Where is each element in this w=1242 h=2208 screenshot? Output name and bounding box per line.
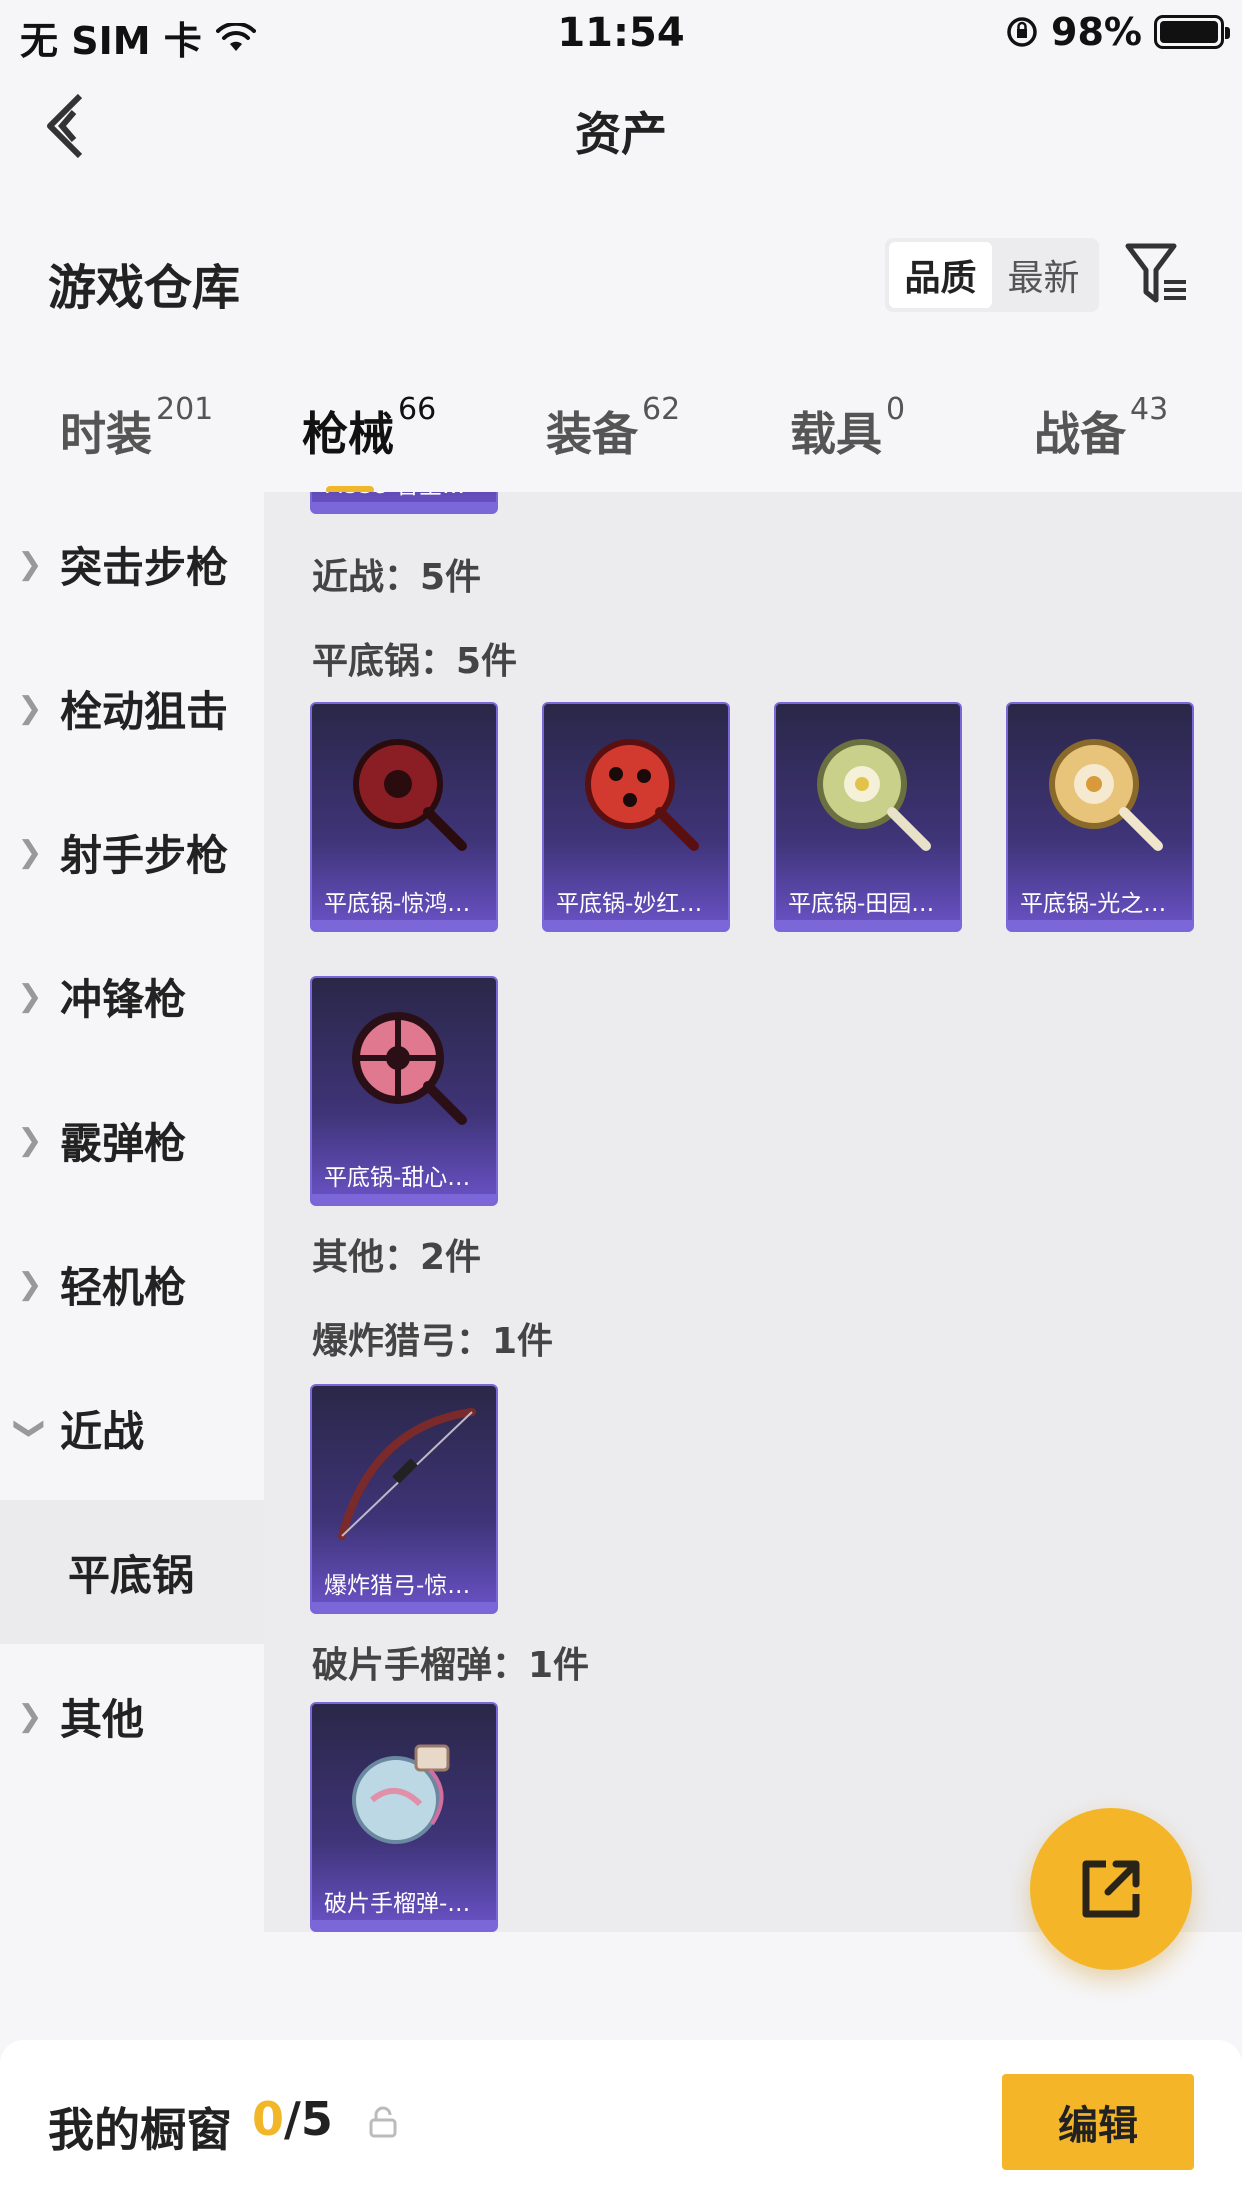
edit-button[interactable]: 编辑 [1002, 2074, 1194, 2170]
tab-count: 201 [156, 392, 214, 427]
warehouse-title: 游戏仓库 [48, 260, 241, 316]
tab-count: 62 [642, 392, 681, 427]
item-grid-area: M338-音呈… 近战：5件 平底锅：5件 平底锅-惊鸿… 平底锅-妙红… [264, 492, 1242, 1932]
section-other-label: 其他：2件 [312, 1237, 482, 1278]
share-icon [1082, 1860, 1140, 1918]
chevron-right-icon: ❯ [17, 978, 43, 1014]
chevron-right-icon: ❯ [17, 1266, 43, 1302]
chevron-right-icon: ❯ [17, 834, 43, 870]
pan-icon [585, 739, 699, 851]
sidebar-item-label: 栓动狙击 [60, 686, 229, 736]
item-card[interactable]: 平底锅-光之… [1006, 702, 1194, 932]
battery-icon [1154, 15, 1230, 49]
showcase-total: /5 [284, 2092, 333, 2146]
section-grenade-label: 破片手榴弹：1件 [312, 1645, 590, 1686]
tab-label: 时装 [60, 407, 152, 461]
item-name: 平底锅-光之… [1020, 891, 1167, 917]
pan-icon [352, 1012, 467, 1125]
showcase-current: 0 [252, 2092, 285, 2146]
tab-vehicles[interactable]: 载具 0 [790, 392, 905, 464]
pan-icon [817, 739, 931, 851]
tab-equipment[interactable]: 装备 62 [546, 392, 680, 464]
sidebar-item-label: 冲锋枪 [60, 974, 187, 1024]
orientation-lock-icon [1007, 17, 1037, 47]
sidebar-item-bolt-sniper[interactable]: ❯ 栓动狙击 [0, 636, 264, 780]
sidebar-item-marksman-rifle[interactable]: ❯ 射手步枪 [0, 780, 264, 924]
assets-page: 无 SIM 卡 11:54 98% 资产 游戏仓库 品质 最新 时装 201 枪… [0, 0, 1242, 2208]
chevron-right-icon: ❯ [17, 690, 43, 726]
item-name: 平底锅-妙红… [556, 891, 703, 917]
item-name: 爆炸猎弓-惊… [324, 1573, 471, 1599]
category-tabs: 时装 201 枪械 66 装备 62 载具 0 战备 43 [0, 380, 1242, 494]
tab-weapons[interactable]: 枪械 66 [302, 392, 436, 494]
item-card[interactable]: 破片手榴弹-… [310, 1702, 498, 1932]
chevron-down-icon: ❯ [12, 1415, 48, 1441]
section-crossbow-label: 爆炸猎弓：1件 [312, 1321, 554, 1362]
tab-label: 枪械 [302, 407, 394, 461]
share-button[interactable] [1030, 1808, 1192, 1970]
filter-icon[interactable] [1124, 240, 1192, 308]
showcase-label: 我的橱窗 [48, 2103, 232, 2157]
item-name: 破片手榴弹-… [324, 1891, 471, 1917]
item-name: 平底锅-惊鸿… [324, 891, 471, 917]
item-card[interactable]: 平底锅-甜心… [310, 976, 498, 1206]
tab-label: 载具 [790, 407, 882, 461]
item-card[interactable]: 爆炸猎弓-惊… [310, 1384, 498, 1614]
sidebar-item-smg[interactable]: ❯ 冲锋枪 [0, 924, 264, 1068]
sidebar-item-shotgun[interactable]: ❯ 霰弹枪 [0, 1068, 264, 1212]
section-pan-label: 平底锅：5件 [312, 641, 518, 682]
grenade-icon [352, 1744, 450, 1844]
section-melee-label: 近战：5件 [312, 557, 482, 598]
lock-icon [369, 2106, 397, 2138]
nav-bar: 资产 [0, 62, 1242, 192]
chevron-right-icon: ❯ [17, 1122, 43, 1158]
sort-toggle: 品质 最新 [885, 238, 1099, 312]
bow-icon [338, 1408, 476, 1540]
sidebar-item-label: 射手步枪 [60, 830, 229, 880]
sidebar-item-other[interactable]: ❯ 其他 [0, 1644, 264, 1788]
item-card[interactable]: 平底锅-田园… [774, 702, 962, 932]
sidebar-item-assault-rifle[interactable]: ❯ 突击步枪 [0, 492, 264, 636]
tab-label: 战备 [1034, 407, 1126, 461]
item-card[interactable]: 平底锅-惊鸿… [310, 702, 498, 932]
weapon-category-sidebar: ❯ 突击步枪 ❯ 栓动狙击 ❯ 射手步枪 ❯ 冲锋枪 ❯ 霰弹枪 ❯ 轻机枪 ❯ 近战 平底锅… [0, 492, 264, 1932]
tab-tactical[interactable]: 战备 43 [1034, 392, 1168, 464]
item-name: 平底锅-田园… [788, 891, 935, 917]
sidebar-item-label: 平底锅 [68, 1550, 195, 1600]
page-title: 资产 [575, 107, 667, 161]
status-bar: 无 SIM 卡 11:54 98% [0, 0, 1242, 63]
sort-newest-option[interactable]: 最新 [992, 242, 1095, 308]
item-card-partial[interactable]: M338-音呈… [310, 492, 498, 514]
sidebar-item-lmg[interactable]: ❯ 轻机枪 [0, 1212, 264, 1356]
sidebar-item-label: 轻机枪 [60, 1262, 187, 1312]
tab-fashion[interactable]: 时装 201 [60, 392, 213, 464]
tab-label: 装备 [546, 407, 638, 461]
sidebar-item-melee[interactable]: ❯ 近战 [0, 1356, 264, 1500]
battery-percent: 98% [1051, 10, 1142, 54]
sidebar-item-label: 近战 [60, 1406, 145, 1456]
item-name: 平底锅-甜心… [324, 1165, 471, 1191]
item-name: M338-音呈… [312, 492, 496, 500]
sidebar-item-label: 霰弹枪 [60, 1118, 187, 1168]
tab-count: 66 [398, 392, 437, 427]
tab-count: 0 [886, 392, 906, 427]
sidebar-item-label: 突击步枪 [60, 542, 229, 592]
sidebar-item-pan[interactable]: 平底锅 [0, 1500, 264, 1644]
pan-icon [1049, 739, 1163, 851]
showcase-bar: 我的橱窗 0/5 编辑 [0, 2040, 1242, 2208]
chevron-right-icon: ❯ [17, 1698, 43, 1734]
tab-count: 43 [1130, 392, 1169, 427]
chevron-right-icon: ❯ [17, 546, 43, 582]
sidebar-item-label: 其他 [60, 1694, 145, 1744]
sort-quality-option[interactable]: 品质 [889, 242, 992, 308]
item-card[interactable]: 平底锅-妙红… [542, 702, 730, 932]
pan-icon [353, 739, 467, 851]
showcase-count: 0/5 [252, 2092, 333, 2146]
